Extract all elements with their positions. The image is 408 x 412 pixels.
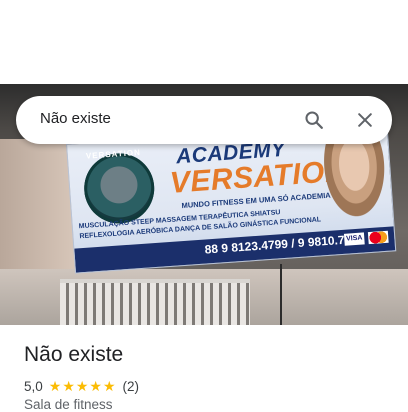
rating-stars: ★★★★★ <box>48 377 117 394</box>
visa-logo: VISA <box>343 232 365 246</box>
gym-sign: VERSATION ACADEMY VERSATION MUNDO FITNES… <box>66 121 397 274</box>
place-title: Não existe <box>24 343 124 366</box>
mastercard-logo <box>367 230 389 245</box>
top-blank-area <box>0 0 408 84</box>
search-button[interactable] <box>298 104 330 136</box>
clear-search-button[interactable] <box>349 104 381 136</box>
place-category[interactable]: Sala de fitness <box>24 397 113 412</box>
cable <box>280 264 282 329</box>
place-info-panel: Não existe 5,0 ★★★★★ (2) Sala de fitness <box>0 325 408 412</box>
close-icon <box>358 113 372 127</box>
window-grille <box>60 279 250 329</box>
gym-logo <box>81 151 157 226</box>
rating-row[interactable]: 5,0 ★★★★★ (2) <box>24 377 139 395</box>
search-icon <box>305 111 323 129</box>
search-box[interactable]: Não existe <box>16 96 392 144</box>
search-input[interactable]: Não existe <box>40 110 111 127</box>
review-count[interactable]: (2) <box>123 379 140 394</box>
rating-value: 5,0 <box>24 378 43 394</box>
